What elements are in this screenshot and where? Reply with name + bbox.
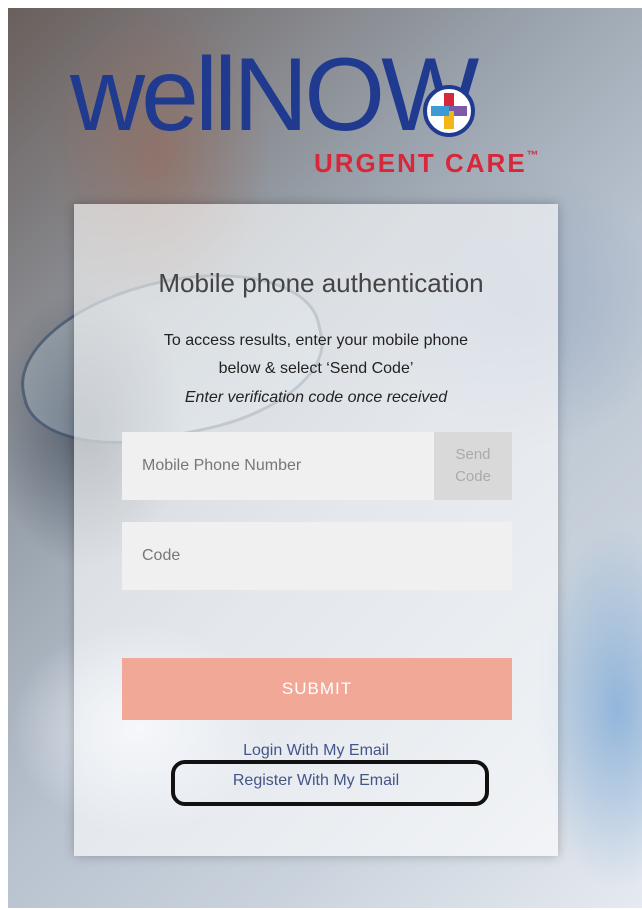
trademark-mark: ™ [526, 148, 541, 162]
login-with-email-link[interactable]: Login With My Email [74, 742, 558, 760]
instruction-line-2: below & select ‘Send Code’ [218, 360, 414, 377]
logo-subtitle: URGENT CARE™ [314, 148, 541, 179]
submit-button[interactable]: SUBMIT [122, 658, 512, 720]
logo-subtitle-text: URGENT CARE [314, 148, 527, 178]
instruction-line-1: To access results, enter your mobile pho… [163, 332, 469, 349]
instruction-line-3: Enter verification code once received [184, 389, 448, 406]
logo-wordmark: wellNOW [70, 37, 479, 153]
page-title: Mobile phone authentication [158, 268, 484, 298]
mobile-phone-input[interactable]: Mobile Phone Number [122, 432, 434, 500]
highlight-annotation [171, 760, 489, 806]
send-code-button[interactable]: Send Code [434, 432, 512, 500]
mobile-phone-placeholder: Mobile Phone Number [142, 457, 302, 474]
plus-icon [423, 85, 475, 137]
code-placeholder: Code [142, 547, 181, 564]
send-code-label-line1: Send [455, 446, 491, 463]
wellnow-logo: wellNOW URGENT CARE™ [70, 40, 570, 190]
send-code-label-line2: Code [455, 468, 491, 485]
code-input[interactable]: Code [122, 522, 512, 590]
